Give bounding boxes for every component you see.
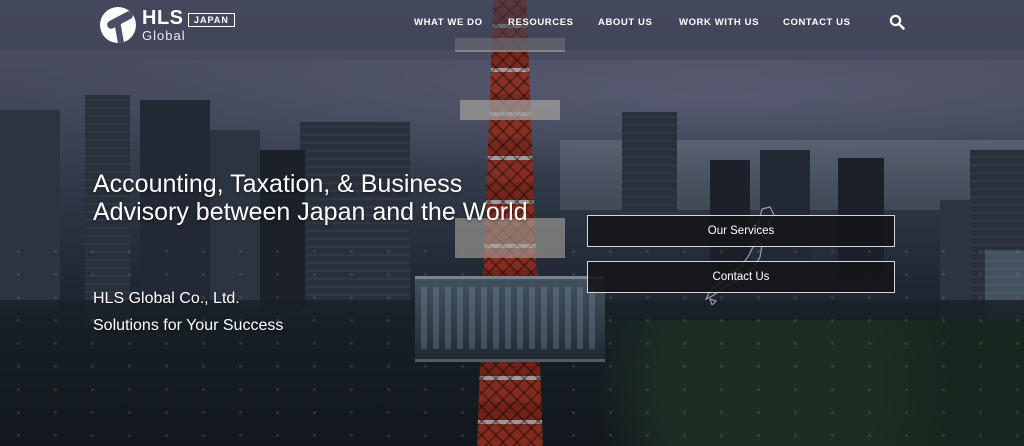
main-nav: WHAT WE DO RESOURCES ABOUT US WORK WITH … [0, 17, 1024, 33]
nav-contact-us[interactable]: CONTACT US [783, 17, 851, 28]
search-icon[interactable] [889, 14, 905, 30]
contact-us-button[interactable]: Contact Us [587, 261, 895, 293]
nav-what-we-do[interactable]: WHAT WE DO [414, 17, 483, 28]
nav-work-with-us[interactable]: WORK WITH US [679, 17, 759, 28]
our-services-button[interactable]: Our Services [587, 215, 895, 247]
hero-tagline: Solutions for Your Success [93, 317, 284, 334]
company-name: HLS Global Co., Ltd. [93, 290, 240, 307]
hero-title: Accounting, Taxation, & Business Advisor… [93, 170, 528, 226]
nav-about-us[interactable]: ABOUT US [598, 17, 652, 28]
nav-resources[interactable]: RESOURCES [508, 17, 574, 28]
site-header: HLS Global JAPAN WHAT WE DO RESOURCES AB… [0, 0, 1024, 50]
